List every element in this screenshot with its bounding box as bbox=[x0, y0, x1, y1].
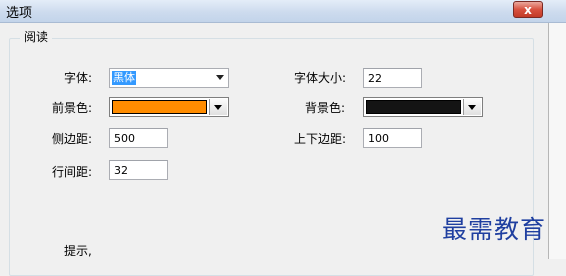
title-bar: 选项 x bbox=[0, 0, 566, 23]
close-button[interactable]: x bbox=[513, 1, 543, 18]
chevron-down-icon bbox=[214, 105, 222, 110]
background-color-swatch bbox=[366, 100, 461, 114]
chevron-down-icon bbox=[468, 105, 476, 110]
side-margin-label: 侧边距: bbox=[52, 132, 93, 146]
foreground-color-label: 前景色: bbox=[52, 101, 93, 115]
reading-group-title: 阅读 bbox=[20, 28, 53, 45]
font-size-input[interactable]: 22 bbox=[363, 68, 422, 88]
window-title: 选项 bbox=[6, 6, 33, 21]
side-margin-input[interactable]: 500 bbox=[109, 128, 168, 148]
font-select[interactable]: 黑体 bbox=[109, 68, 229, 88]
watermark-logo: 最需教育 bbox=[442, 215, 547, 244]
line-spacing-input[interactable]: 32 bbox=[109, 160, 168, 180]
line-spacing-label: 行间距: bbox=[52, 165, 93, 179]
hint-label: 提示, bbox=[64, 244, 92, 258]
foreground-color-picker[interactable] bbox=[109, 97, 229, 117]
background-color-label: 背景色: bbox=[305, 101, 346, 115]
close-icon: x bbox=[524, 3, 532, 17]
window-right-edge bbox=[549, 23, 566, 259]
chevron-down-icon bbox=[216, 75, 224, 80]
top-bottom-margin-label: 上下边距: bbox=[294, 132, 347, 146]
background-color-dropdown-button[interactable] bbox=[463, 99, 481, 115]
font-size-label: 字体大小: bbox=[294, 71, 347, 85]
font-label: 字体: bbox=[64, 71, 93, 85]
foreground-color-swatch bbox=[112, 100, 207, 114]
background-color-picker[interactable] bbox=[363, 97, 483, 117]
foreground-color-dropdown-button[interactable] bbox=[209, 99, 227, 115]
top-bottom-margin-input[interactable]: 100 bbox=[363, 128, 422, 148]
font-select-value: 黑体 bbox=[112, 71, 136, 85]
